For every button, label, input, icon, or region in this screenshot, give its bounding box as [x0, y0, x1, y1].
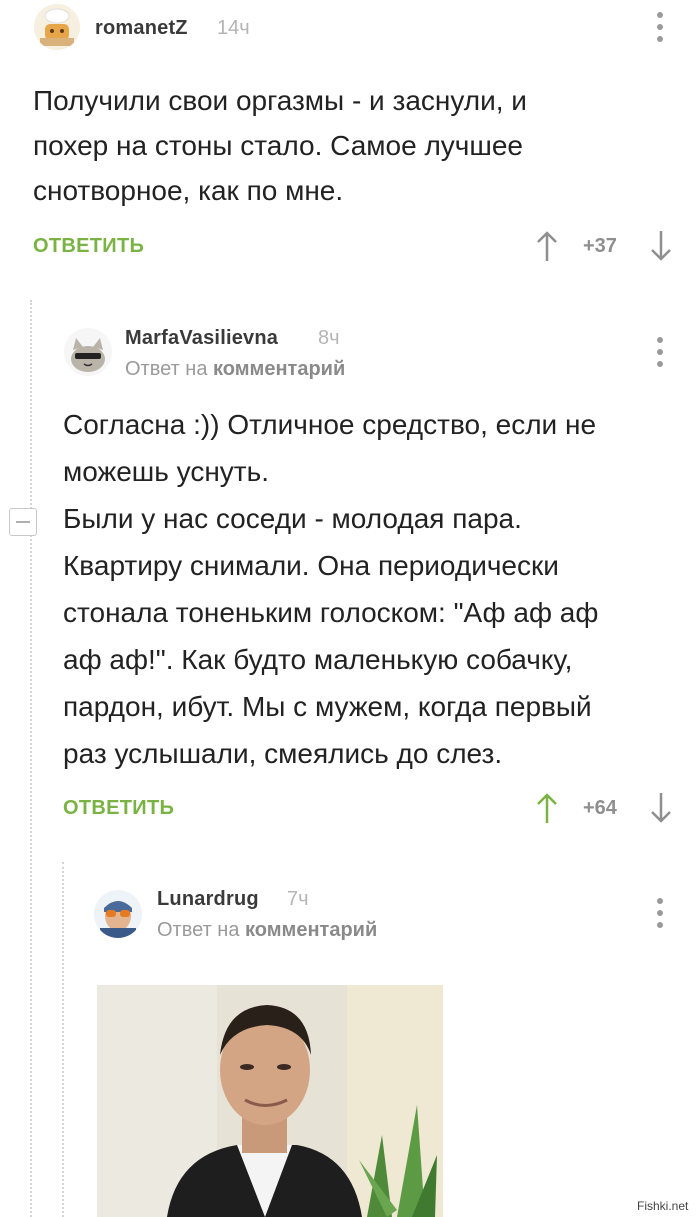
reply-to-label: Ответ на комментарий	[157, 919, 377, 942]
reply-button[interactable]: ОТВЕТИТЬ	[33, 235, 144, 258]
reply-to-link[interactable]: комментарий	[213, 358, 345, 380]
timestamp: 8ч	[318, 327, 340, 349]
rating-value: +64	[583, 797, 617, 819]
goggles-avatar-icon	[94, 890, 142, 938]
reply-button[interactable]: ОТВЕТИТЬ	[63, 797, 174, 820]
rating-value: +37	[583, 235, 617, 257]
reply-to-prefix: Ответ на	[157, 919, 240, 941]
cat-chef-avatar-icon	[34, 4, 80, 50]
pusheen-cat-avatar-icon	[64, 328, 112, 376]
comment-text-line: Получили свои оргазмы - и заснули, и	[33, 85, 527, 116]
collapse-thread-button[interactable]	[9, 508, 37, 536]
comment-text-line: пардон, ибут. Мы с мужем, когда первый	[63, 691, 592, 722]
comment-text-line: Были у нас соседи - молодая пара.	[63, 503, 522, 534]
more-options-icon[interactable]	[655, 898, 665, 932]
timestamp: 7ч	[287, 888, 309, 910]
timestamp: 14ч	[217, 17, 250, 39]
downvote-arrow-icon[interactable]	[650, 230, 672, 262]
more-options-icon[interactable]	[655, 12, 665, 46]
comment-text-line: аф аф!". Как будто маленькую собачку,	[63, 644, 573, 675]
comment-text-line: можешь уснуть.	[63, 456, 269, 487]
downvote-arrow-icon[interactable]	[650, 792, 672, 824]
thread-line	[30, 300, 32, 1217]
man-portrait-image	[97, 985, 443, 1217]
comment-text-line: стонала тоненьким голоском: "Аф аф аф	[63, 597, 599, 628]
comment-text-line: снотворное, как по мне.	[33, 175, 344, 206]
username[interactable]: Lunardrug	[157, 888, 259, 911]
comment-text-line: похер на стоны стало. Самое лучшее	[33, 130, 523, 161]
upvote-arrow-icon[interactable]	[536, 792, 558, 824]
upvote-arrow-icon[interactable]	[536, 230, 558, 262]
comment-text-line: Согласна :)) Отличное средство, если не	[63, 409, 597, 440]
avatar[interactable]	[64, 328, 112, 376]
reply-to-prefix: Ответ на	[125, 358, 208, 380]
reply-to-link[interactable]: комментарий	[245, 919, 377, 941]
more-options-icon[interactable]	[655, 337, 665, 371]
comment-text-line: раз услышали, смеялись до слез.	[63, 738, 503, 769]
avatar[interactable]	[94, 890, 142, 938]
reply-to-label: Ответ на комментарий	[125, 358, 345, 381]
thread-line	[62, 862, 64, 1217]
avatar[interactable]	[34, 4, 80, 50]
watermark: Fishki.net	[637, 1199, 689, 1213]
comment-text-line: Квартиру снимали. Она периодически	[63, 550, 559, 581]
comment-image[interactable]	[97, 985, 443, 1217]
username[interactable]: MarfaVasilievna	[125, 327, 278, 350]
username[interactable]: romanetZ	[95, 17, 188, 40]
